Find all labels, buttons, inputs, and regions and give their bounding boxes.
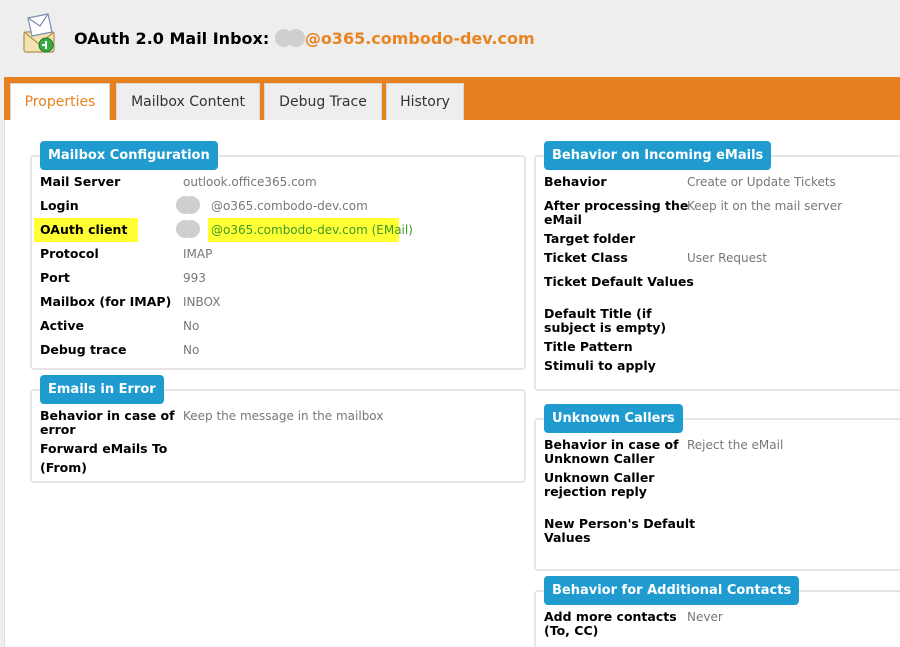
- behavior-label: Behavior: [544, 174, 607, 189]
- mailbox-configuration-legend: Mailbox Configuration: [40, 141, 218, 170]
- tab-properties[interactable]: Properties: [10, 83, 110, 120]
- debug-trace-label: Debug trace: [40, 342, 127, 357]
- incoming-emails-section: [534, 155, 900, 391]
- add-contacts-label-line2: (To, CC): [544, 623, 599, 638]
- unknown-behavior-label-line1: Behavior in case of: [544, 437, 679, 452]
- redacted-avatar: [182, 220, 200, 238]
- mailbox-imap-label: Mailbox (for IMAP): [40, 294, 172, 309]
- port-value: 993: [183, 271, 206, 285]
- forward-emails-label: Forward eMails To: [40, 441, 168, 456]
- default-title-label-line2: subject is empty): [544, 320, 667, 335]
- new-person-defaults-label-line2: Values: [544, 530, 591, 545]
- emails-in-error-legend: Emails in Error: [40, 375, 164, 404]
- active-value: No: [183, 319, 200, 333]
- page-title-prefix: OAuth 2.0 Mail Inbox:: [74, 29, 270, 48]
- tab-history[interactable]: History: [386, 83, 464, 120]
- page-header: OAuth 2.0 Mail Inbox: @o365.combodo-dev.…: [0, 0, 900, 76]
- target-folder-label: Target folder: [544, 231, 636, 246]
- tab-mailbox-content[interactable]: Mailbox Content: [116, 83, 260, 120]
- after-processing-label-line1: After processing the: [544, 198, 689, 213]
- mailbox-icon: [23, 13, 55, 53]
- port-label: Port: [40, 270, 70, 285]
- error-behavior-value: Keep the message in the mailbox: [183, 409, 384, 423]
- unknown-callers-legend: Unknown Callers: [544, 404, 683, 433]
- after-processing-label-line2: eMail: [544, 212, 582, 227]
- ticket-class-label: Ticket Class: [544, 250, 628, 265]
- unknown-behavior-label-line2: Unknown Caller: [544, 451, 655, 466]
- redacted-avatar: [182, 196, 200, 214]
- new-person-defaults-label-line1: New Person's Default: [544, 516, 696, 531]
- oauth-client-label: OAuth client: [40, 222, 128, 237]
- after-processing-value: Keep it on the mail server: [687, 199, 843, 213]
- stimuli-label: Stimuli to apply: [544, 358, 656, 373]
- default-title-label-line1: Default Title (if: [544, 306, 652, 321]
- forward-emails-from-label: (From): [40, 460, 87, 475]
- login-value: @o365.combodo-dev.com: [211, 199, 368, 213]
- redacted-avatar: [286, 29, 305, 47]
- tab-debug-trace[interactable]: Debug Trace: [264, 83, 382, 120]
- protocol-label: Protocol: [40, 246, 99, 261]
- incoming-emails-legend: Behavior on Incoming eMails: [544, 141, 772, 170]
- page-title-email: @o365.combodo-dev.com: [304, 29, 535, 48]
- login-label: Login: [40, 198, 79, 213]
- oauth-client-link[interactable]: @o365.combodo-dev.com (EMail): [211, 223, 413, 237]
- debug-trace-value: No: [183, 343, 200, 357]
- additional-contacts-legend: Behavior for Additional Contacts: [544, 576, 800, 605]
- add-contacts-value: Never: [687, 610, 723, 624]
- mailbox-imap-value: INBOX: [183, 295, 221, 309]
- ticket-default-values-label: Ticket Default Values: [544, 274, 694, 289]
- add-contacts-label-line1: Add more contacts: [544, 609, 677, 624]
- ticket-class-value: User Request: [687, 251, 767, 265]
- title-pattern-label: Title Pattern: [544, 339, 633, 354]
- rejection-reply-label-line2: rejection reply: [544, 484, 647, 499]
- error-behavior-label-line1: Behavior in case of: [40, 408, 175, 423]
- page-title: OAuth 2.0 Mail Inbox: @o365.combodo-dev.…: [74, 29, 535, 48]
- protocol-value: IMAP: [183, 247, 213, 261]
- active-label: Active: [40, 318, 84, 333]
- behavior-value: Create or Update Tickets: [687, 175, 836, 189]
- unknown-behavior-value: Reject the eMail: [687, 438, 784, 452]
- mail-server-label: Mail Server: [40, 174, 121, 189]
- error-behavior-label-line2: error: [40, 422, 76, 437]
- mail-server-value: outlook.office365.com: [183, 175, 317, 189]
- rejection-reply-label-line1: Unknown Caller: [544, 470, 655, 485]
